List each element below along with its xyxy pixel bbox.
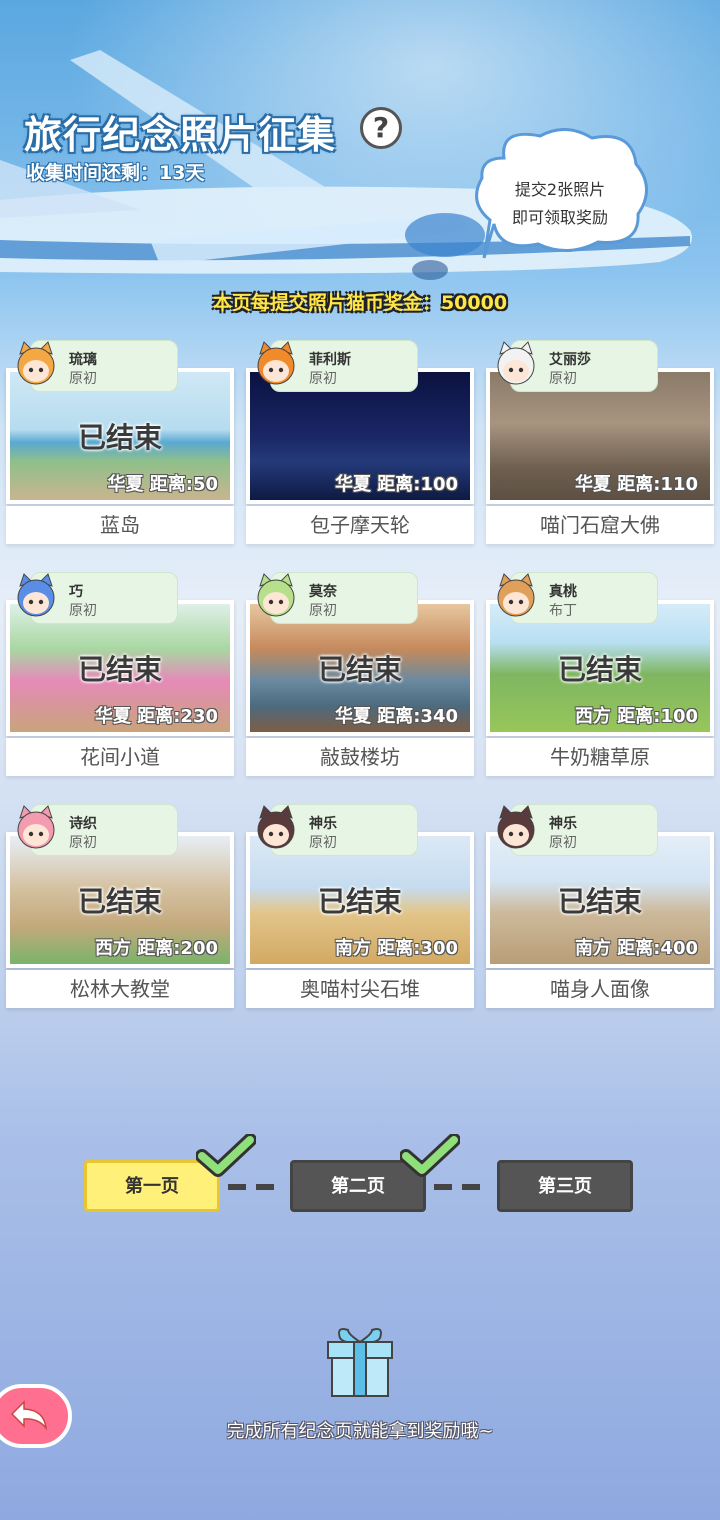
character-name: 真桃 — [549, 584, 577, 600]
status-label: 已结束 — [557, 653, 642, 686]
character-name: 神乐 — [549, 816, 577, 832]
status-label: 已结束 — [77, 653, 162, 686]
place-name: 花间小道 — [6, 738, 234, 776]
character-avatar-icon — [17, 805, 55, 849]
place-name: 喵门石窟大佛 — [486, 506, 714, 544]
character-avatar-icon — [257, 341, 295, 385]
character-name: 莫奈 — [309, 584, 337, 600]
character-avatar-icon — [17, 341, 55, 385]
status-label: 已结束 — [557, 885, 642, 918]
countdown-timer: 收集时间还剩：13天 — [26, 162, 205, 184]
status-label: 已结束 — [77, 421, 162, 454]
reward-hint-line1: 提交2张照片 — [514, 180, 606, 199]
distance-label: 南方 距离:400 — [574, 938, 698, 959]
back-arrow-icon — [10, 1400, 48, 1431]
photo-card[interactable]: 已结束 华夏 距离:50 蓝岛 琉璃 原初 — [6, 340, 234, 544]
character-name: 诗织 — [69, 816, 97, 832]
place-name: 奥喵村尖石堆 — [246, 970, 474, 1008]
checkmark-icon — [196, 1134, 256, 1177]
photo-card[interactable]: 华夏 距离:100 包子摩天轮 菲利斯 原初 — [246, 340, 474, 544]
character-avatar-icon — [257, 805, 295, 849]
character-avatar-icon — [257, 573, 295, 617]
character-avatar-icon — [17, 573, 55, 617]
help-button[interactable]: ? — [360, 107, 402, 149]
reward-hint: 提交2张照片 即可领取奖励 — [480, 176, 640, 232]
character-version: 原初 — [549, 835, 577, 851]
character-version: 原初 — [69, 371, 97, 387]
photo-card[interactable]: 已结束 西方 距离:200 松林大教堂 诗织 原初 — [6, 804, 234, 1008]
page-connector — [228, 1184, 284, 1190]
character-version: 原初 — [309, 603, 337, 619]
character-version: 原初 — [69, 835, 97, 851]
character-version: 布丁 — [549, 603, 577, 619]
gift-icon[interactable] — [322, 1324, 398, 1400]
character-avatar-icon — [497, 573, 535, 617]
distance-label: 华夏 距离:340 — [334, 706, 458, 727]
character-version: 原初 — [309, 835, 337, 851]
character-version: 原初 — [549, 371, 577, 387]
place-name: 敲鼓楼坊 — [246, 738, 474, 776]
distance-label: 华夏 距离:230 — [94, 706, 218, 727]
photo-card[interactable]: 已结束 华夏 距离:340 敲鼓楼坊 莫奈 原初 — [246, 572, 474, 776]
character-name: 艾丽莎 — [549, 352, 591, 368]
completion-hint: 完成所有纪念页就能拿到奖励哦~ — [226, 1421, 494, 1442]
place-name: 包子摩天轮 — [246, 506, 474, 544]
distance-label: 华夏 距离:110 — [574, 474, 698, 495]
page-tab-3[interactable]: 第三页 — [497, 1160, 633, 1212]
page-connector — [434, 1184, 490, 1190]
photo-card[interactable]: 华夏 距离:110 喵门石窟大佛 艾丽莎 原初 — [486, 340, 714, 544]
back-button[interactable] — [0, 1384, 72, 1448]
status-label: 已结束 — [317, 653, 402, 686]
bonus-text: 本页每提交照片猫币奖金：50000 — [212, 292, 508, 314]
page-title: 旅行纪念照片征集 — [24, 113, 337, 157]
checkmark-icon — [400, 1134, 460, 1177]
page-selector: 第一页 第二页 第三页 — [0, 1134, 720, 1240]
photo-card[interactable]: 已结束 南方 距离:400 喵身人面像 神乐 原初 — [486, 804, 714, 1008]
character-name: 巧 — [69, 584, 83, 600]
photo-card[interactable]: 已结束 西方 距离:100 牛奶糖草原 真桃 布丁 — [486, 572, 714, 776]
reward-hint-line2: 即可领取奖励 — [511, 208, 608, 227]
character-version: 原初 — [69, 603, 97, 619]
character-avatar-icon — [497, 805, 535, 849]
place-name: 喵身人面像 — [486, 970, 714, 1008]
character-name: 神乐 — [309, 816, 337, 832]
character-name: 琉璃 — [69, 352, 97, 368]
character-version: 原初 — [309, 371, 337, 387]
distance-label: 西方 距离:200 — [94, 938, 218, 959]
distance-label: 西方 距离:100 — [574, 706, 698, 727]
photo-card[interactable]: 已结束 南方 距离:300 奥喵村尖石堆 神乐 原初 — [246, 804, 474, 1008]
place-name: 蓝岛 — [6, 506, 234, 544]
place-name: 牛奶糖草原 — [486, 738, 714, 776]
character-avatar-icon — [497, 341, 535, 385]
place-name: 松林大教堂 — [6, 970, 234, 1008]
character-name: 菲利斯 — [309, 352, 351, 368]
distance-label: 华夏 距离:100 — [334, 474, 458, 495]
distance-label: 华夏 距离:50 — [107, 474, 218, 495]
status-label: 已结束 — [317, 885, 402, 918]
status-label: 已结束 — [77, 885, 162, 918]
photo-card[interactable]: 已结束 华夏 距离:230 花间小道 巧 原初 — [6, 572, 234, 776]
distance-label: 南方 距离:300 — [334, 938, 458, 959]
